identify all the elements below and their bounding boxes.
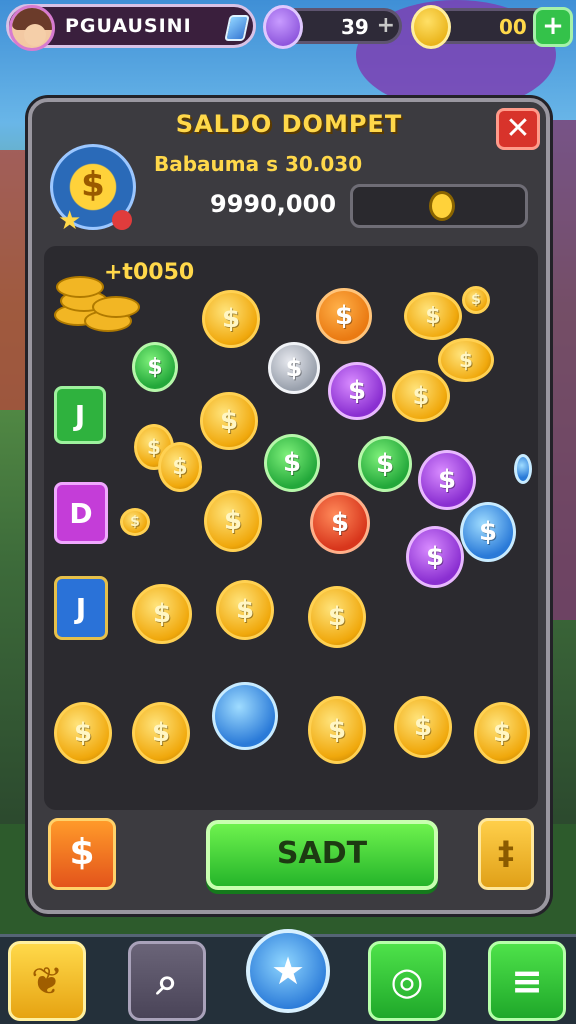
banana-icon: ❦ xyxy=(31,959,63,1003)
green-coin[interactable]: $ xyxy=(132,342,178,392)
balance-coin-icon xyxy=(429,191,455,221)
gold-coin[interactable]: $ xyxy=(202,290,260,348)
gold-coin[interactable]: $ xyxy=(404,292,462,340)
star-icon: ★ xyxy=(270,949,306,993)
pile-coin xyxy=(92,296,140,318)
balance-input-bar[interactable] xyxy=(350,184,528,228)
gem-counter: 39 + xyxy=(263,5,402,49)
exchange-button[interactable]: ‡ xyxy=(478,818,534,890)
add-gold-button[interactable]: + xyxy=(533,7,573,47)
panel-title: SALDO DOMPET xyxy=(175,110,403,138)
balance-label: Babauma s 30.030 xyxy=(154,152,363,176)
gold-counter: 00 + xyxy=(411,5,573,49)
red-coin[interactable]: $ xyxy=(310,492,370,554)
gold-count: 00 xyxy=(499,15,527,39)
gold-coin[interactable]: $ xyxy=(392,370,450,422)
red-badge-icon xyxy=(112,210,132,230)
green-coin[interactable]: $ xyxy=(358,436,412,492)
background-building-right xyxy=(546,120,576,620)
gold-coin[interactable]: $ xyxy=(54,702,112,764)
background-building-left xyxy=(0,150,30,410)
nav-chat-button[interactable]: ◎ xyxy=(368,941,446,1021)
balance-amount: 9990,000 xyxy=(210,190,337,218)
blue-card-tile[interactable]: J xyxy=(54,576,108,640)
gold-coin[interactable]: $ xyxy=(394,696,452,758)
search-icon: ⌕ xyxy=(156,958,178,1003)
gold-coin[interactable]: $ xyxy=(474,702,530,764)
menu-icon: ≡ xyxy=(511,959,543,1003)
blue-gem-icon xyxy=(224,15,250,41)
purple-coin[interactable]: $ xyxy=(328,362,386,420)
blue-coin[interactable]: $ xyxy=(460,502,516,562)
green-card-tile[interactable]: J xyxy=(54,386,106,444)
gold-coin[interactable]: $ xyxy=(308,696,366,764)
gold-coin[interactable]: $ xyxy=(216,580,274,640)
wallet-panel: SALDO DOMPET ✕ $ ★ Babauma s 30.030 9990… xyxy=(28,98,550,914)
small-gold-coin[interactable]: $ xyxy=(462,286,490,314)
gold-coin[interactable]: $ xyxy=(200,392,258,450)
gold-coin[interactable]: $ xyxy=(132,584,192,644)
sadt-button[interactable]: SADT xyxy=(206,820,438,890)
small-gold-coin[interactable]: $ xyxy=(120,508,150,536)
star-icon: ★ xyxy=(58,206,82,236)
chat-icon: ◎ xyxy=(390,959,424,1003)
add-gems-button[interactable]: + xyxy=(377,15,395,37)
purple-coin[interactable]: $ xyxy=(406,526,464,588)
blue-coin-edge[interactable] xyxy=(514,454,532,484)
top-bar: PGUAUSINI 39 + 00 + xyxy=(0,0,576,56)
purple-gem-icon xyxy=(263,5,303,49)
coin-shop-button[interactable]: $ xyxy=(48,818,116,890)
gold-coin[interactable]: $ xyxy=(132,702,190,764)
gold-coin-icon xyxy=(411,5,451,49)
blue-banana-coin[interactable] xyxy=(212,682,278,750)
pink-card-tile[interactable]: D xyxy=(54,482,108,544)
gold-coin[interactable]: $ xyxy=(438,338,494,382)
player-name: PGUAUSINI xyxy=(65,15,192,37)
silver-coin[interactable]: $ xyxy=(268,342,320,394)
close-button[interactable]: ✕ xyxy=(496,108,540,150)
green-coin[interactable]: $ xyxy=(264,434,320,492)
nav-search-button[interactable]: ⌕ xyxy=(128,941,206,1021)
player-profile[interactable]: PGUAUSINI xyxy=(6,4,256,51)
pile-coin xyxy=(56,276,104,298)
nav-banana-button[interactable]: ❦ xyxy=(8,941,86,1021)
orange-coin[interactable]: $ xyxy=(316,288,372,344)
gold-coin[interactable]: $ xyxy=(308,586,366,648)
purple-coin[interactable]: $ xyxy=(418,450,476,510)
item-grid: +t0050 $ $ $ $ $ $ $ $ $ J $ $ $ $ $ $ D… xyxy=(44,246,538,810)
bottom-navigation: ❦ ⌕ ★ ◎ ≡ xyxy=(0,929,576,1024)
reward-header: +t0050 xyxy=(104,260,195,285)
wallet-dollar-symbol: $ xyxy=(81,165,105,205)
gold-coin[interactable]: $ xyxy=(158,442,202,492)
avatar[interactable] xyxy=(9,5,55,51)
gem-count: 39 xyxy=(341,15,369,39)
gold-coin[interactable]: $ xyxy=(204,490,262,552)
avatar-face xyxy=(24,24,46,46)
nav-menu-button[interactable]: ≡ xyxy=(488,941,566,1021)
nav-star-button[interactable]: ★ xyxy=(246,929,330,1013)
